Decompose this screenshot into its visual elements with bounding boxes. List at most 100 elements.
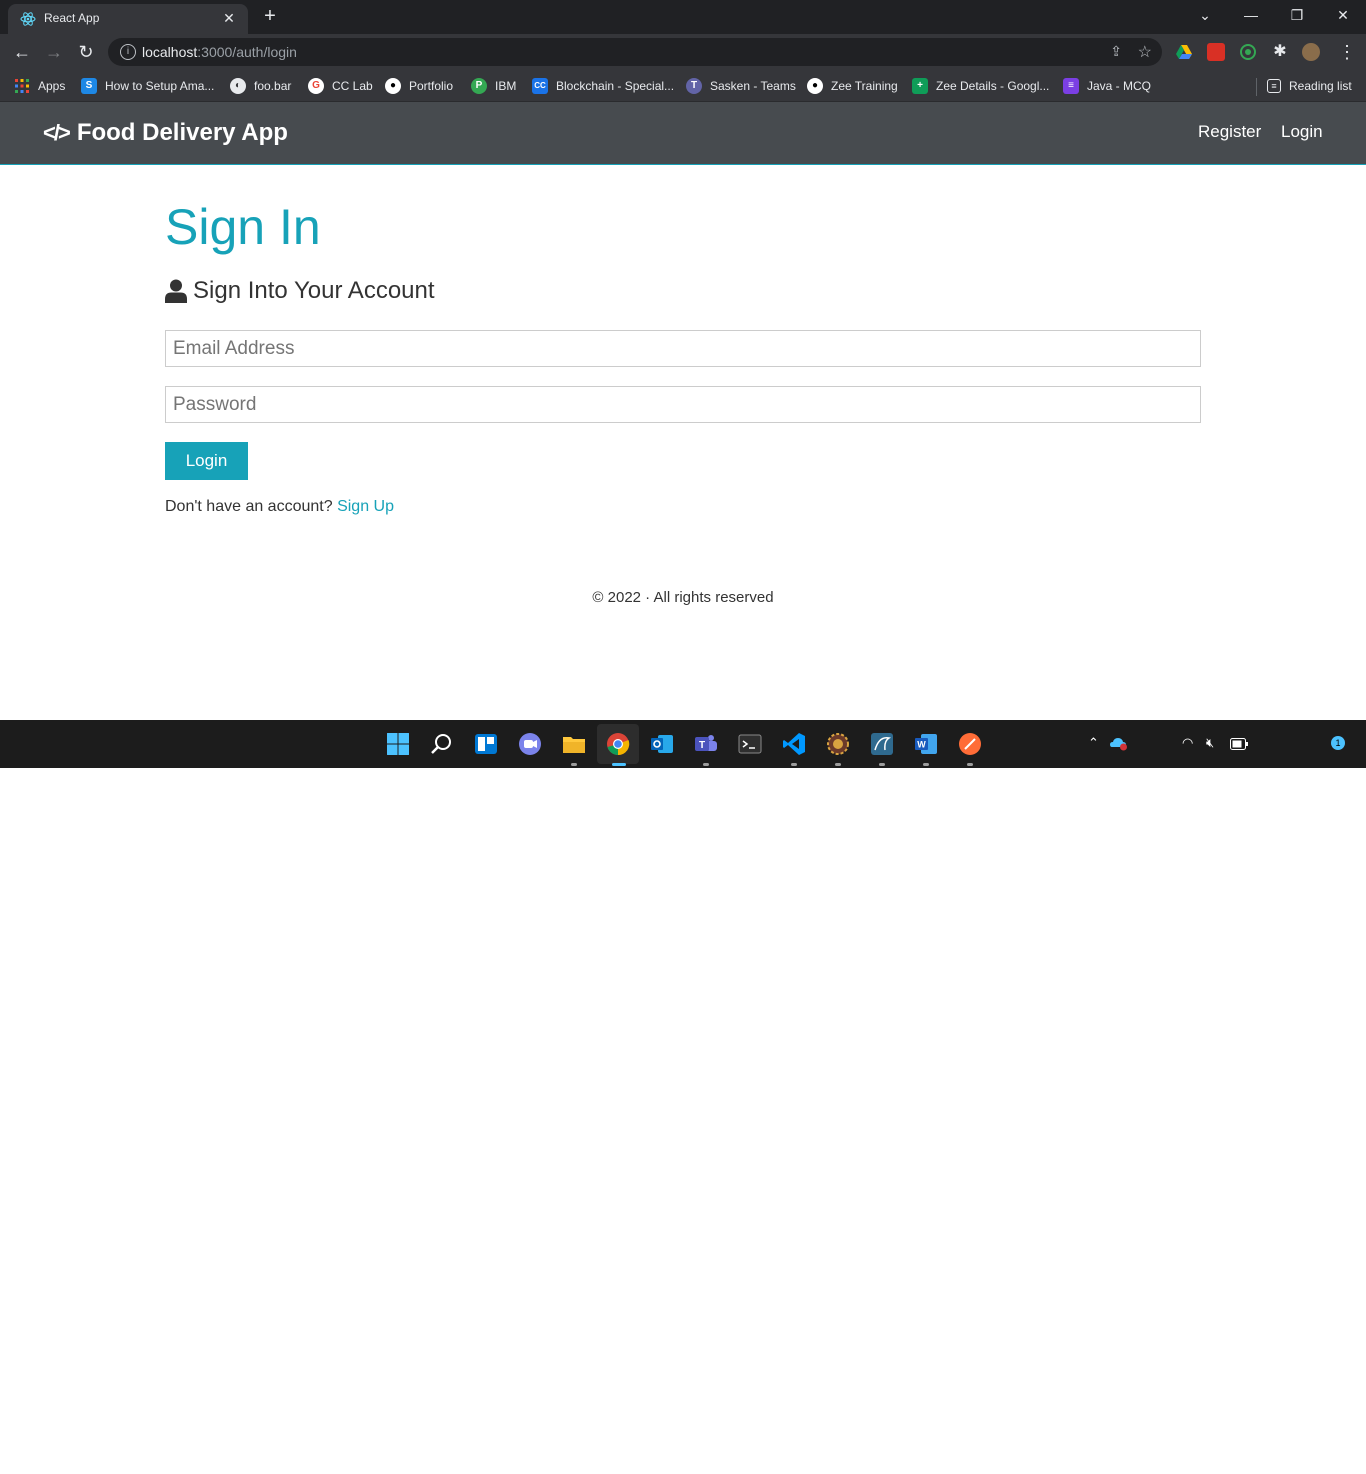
bookmark-label: Apps [38,79,66,93]
tray-chevron-up-icon[interactable]: ⌃ [1088,735,1099,751]
back-arrow-icon[interactable]: ← [10,40,34,64]
bookmark-label: Blockchain - Special... [556,79,675,93]
running-indicator [967,763,973,766]
brand-link[interactable]: </> Food Delivery App [43,119,288,147]
minimize-button[interactable]: — [1228,0,1274,30]
bookmark-zee-training[interactable]: ● Zee Training [807,77,898,95]
svg-text:W: W [917,740,926,750]
windows-taskbar: T W ⌃ ENG IN ◠ 🔇︎ 22:14 01-03-2022 [0,720,1366,1474]
password-input[interactable] [165,386,1201,423]
postman-icon[interactable] [958,732,982,756]
bookmark-aws-setup[interactable]: S How to Setup Ama... [81,77,214,95]
language-code: ENG [1141,1450,1165,1462]
reading-list-label: Reading list [1289,79,1352,93]
word-icon[interactable]: W [914,732,938,756]
svg-text:T: T [699,740,705,751]
email-input[interactable] [165,330,1201,367]
menu-kebab-icon[interactable]: ⋮ [1335,40,1359,64]
chat-icon[interactable] [518,732,542,756]
widgets-icon[interactable] [474,732,498,756]
clock-date: 01-03-2022 [1269,1462,1326,1474]
tab-close-icon[interactable]: ✕ [220,9,238,27]
extension-ring-icon[interactable] [1239,43,1257,61]
restore-button[interactable]: ❐ [1274,0,1320,30]
outlook-icon[interactable] [650,732,674,756]
github-icon: ● [807,78,823,94]
reload-icon[interactable]: ↻ [74,40,98,64]
running-indicator [879,763,885,766]
gaming-app-icon[interactable] [826,732,850,756]
bookmark-sasken-teams[interactable]: T Sasken - Teams [686,77,796,95]
bookmarks-bar: Apps S How to Setup Ama... ◐ foo.bar G C… [0,70,1366,102]
running-indicator [703,763,709,766]
register-link[interactable]: Register [1198,122,1261,142]
extension-red-icon[interactable] [1207,43,1225,61]
address-bar[interactable]: i localhost:3000/auth/login ⇪ ☆ [108,38,1162,66]
windows-start-icon[interactable] [386,732,410,756]
tab-search-icon[interactable]: ⌄ [1182,0,1228,30]
profile-avatar[interactable] [1302,43,1320,61]
clock[interactable]: 22:14 01-03-2022 [1258,1450,1326,1474]
share-icon[interactable]: ⇪ [1110,43,1122,60]
brand-name: Food Delivery App [76,119,288,146]
bookmark-cc-lab[interactable]: G CC Lab [308,77,373,95]
mysql-workbench-icon[interactable] [870,732,894,756]
reading-list-icon: ≡ [1267,79,1281,93]
bookmark-foobar[interactable]: ◐ foo.bar [230,77,291,95]
google-icon: G [308,78,324,94]
s-icon: S [81,78,97,94]
bookmark-label: Zee Details - Googl... [936,79,1050,93]
browser-toolbar: ← → ↻ i localhost:3000/auth/login ⇪ ☆ ✱ … [0,34,1366,70]
close-window-button[interactable]: ✕ [1320,0,1366,30]
battery-icon[interactable] [1230,738,1248,750]
globe-icon: ◐ [230,78,246,94]
bookmark-java-mcq[interactable]: ≡ Java - MCQ [1063,77,1151,95]
sign-in-subtitle: Sign Into Your Account [165,277,435,305]
bookmark-label: Java - MCQ [1087,79,1152,93]
vscode-icon[interactable] [782,732,806,756]
language-indicator[interactable]: ENG IN [1138,1450,1168,1474]
page-title: Sign In [165,199,321,255]
search-icon[interactable] [430,732,454,756]
wifi-icon[interactable]: ◠ [1182,735,1193,751]
signup-link[interactable]: Sign Up [337,498,394,515]
bookmark-label: IBM [495,79,517,93]
reading-list-button[interactable]: ≡ Reading list [1267,77,1352,95]
browser-tab[interactable]: React App ✕ [8,4,248,34]
bookmark-zee-details[interactable]: + Zee Details - Googl... [912,77,1049,95]
react-icon [20,12,36,26]
login-link[interactable]: Login [1281,122,1323,142]
url-text: localhost:3000/auth/login [142,44,297,60]
bookmark-portfolio[interactable]: ● Portfolio [385,77,453,95]
extensions-puzzle-icon[interactable]: ✱ [1268,40,1292,64]
teams-icon[interactable]: T [694,732,718,756]
region-code: IN [1147,1462,1159,1474]
page-footer: © 2022 · All rights reserved [592,589,774,606]
terminal-icon[interactable] [738,732,762,756]
bookmark-ibm[interactable]: P IBM [471,77,516,95]
bookmark-label: Sasken - Teams [710,79,796,93]
bookmark-blockchain[interactable]: CC Blockchain - Special... [532,77,674,95]
google-drive-icon[interactable] [1175,43,1193,61]
sheets-icon: + [912,78,928,94]
user-icon [165,279,187,303]
new-tab-button[interactable]: + [259,5,281,27]
running-indicator [923,763,929,766]
running-indicator [571,763,577,766]
login-submit-button[interactable]: Login [165,442,248,480]
running-indicator [791,763,797,766]
notification-badge[interactable]: 1 [1331,736,1345,750]
clock-time: 22:14 [1298,1450,1326,1462]
bookmark-label: Zee Training [831,79,898,93]
forward-arrow-icon[interactable]: → [42,40,66,64]
onedrive-error-icon[interactable] [1110,735,1128,751]
volume-muted-icon[interactable]: 🔇︎ [1206,735,1214,751]
site-info-icon[interactable]: i [120,44,136,60]
chrome-icon[interactable] [606,732,630,756]
code-icon: </> [43,120,71,145]
active-indicator [612,763,626,766]
cc-icon: CC [532,78,548,94]
bookmark-star-icon[interactable]: ☆ [1138,42,1152,62]
bookmark-apps[interactable]: Apps [14,77,65,95]
file-explorer-icon[interactable] [562,732,586,756]
